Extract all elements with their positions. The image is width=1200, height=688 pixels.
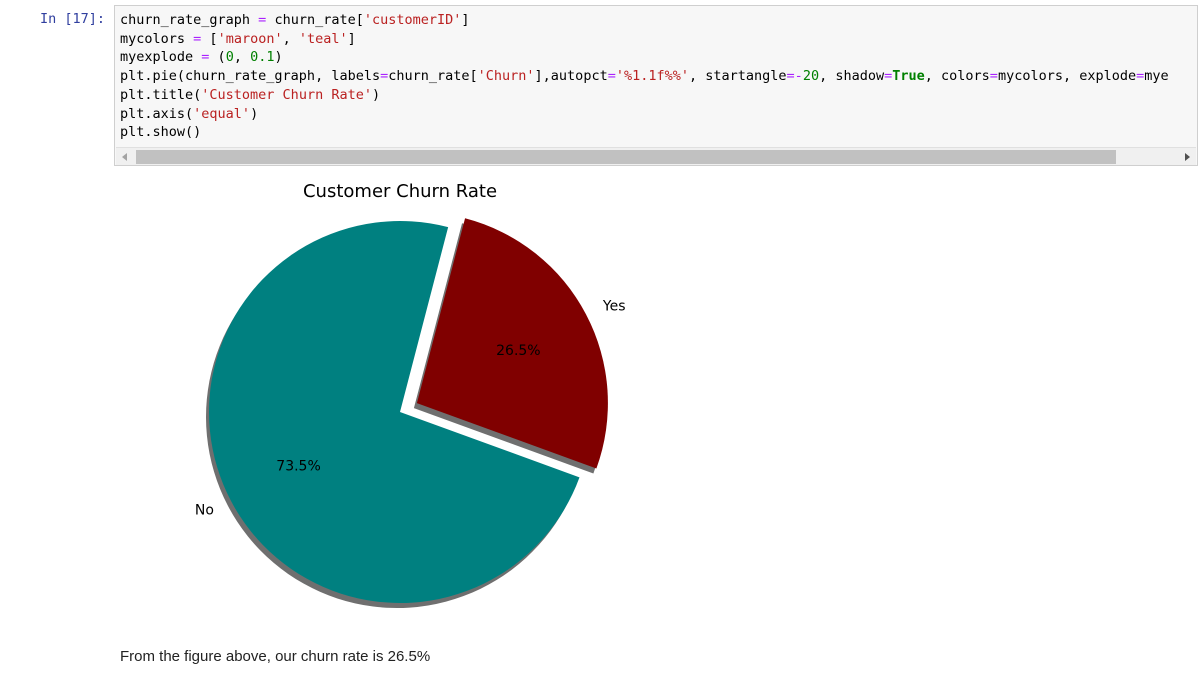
code-token: True [892, 68, 925, 85]
pie-chart: Yes 26.5% No 73.5% [195, 218, 626, 608]
code-token: ] [347, 30, 356, 47]
scroll-right-icon[interactable] [1178, 148, 1196, 165]
code-token: 20 [802, 68, 820, 85]
code-token: mye [1144, 68, 1169, 85]
code-token: plt.title( [120, 86, 202, 103]
pie-label-yes: Yes [602, 298, 626, 314]
code-token: plt.show() [120, 124, 202, 141]
code-line: plt.title('Customer Churn Rate') [120, 86, 1169, 105]
code-token: churn_rate[ [266, 12, 364, 28]
code-token: churn_rate[ [388, 68, 478, 85]
code-line: myexplode = (0, 0.1) [120, 48, 1169, 67]
code-token: ) [250, 105, 259, 122]
code-line: churn_rate_graph = churn_rate['customerI… [120, 11, 1169, 30]
code-token: = [989, 68, 998, 85]
code-token: churn_rate_graph [120, 12, 259, 28]
code-token: 'equal' [193, 105, 251, 122]
code-token: , shadow [819, 68, 885, 85]
code-token: , [282, 30, 299, 47]
code-token: = [380, 68, 389, 85]
scroll-left-icon[interactable] [116, 148, 134, 165]
code-token: ) [274, 49, 283, 66]
pie-pct-label-no: 73.5% [276, 458, 320, 474]
code-line: plt.pie(churn_rate_graph, labels=churn_r… [120, 67, 1169, 86]
code-token: ] [461, 12, 470, 28]
code-line: plt.show() [120, 123, 1169, 142]
code-token: 'maroon' [217, 30, 283, 47]
code-token: mycolors [120, 30, 194, 47]
code-cell[interactable]: churn_rate_graph = churn_rate['customerI… [114, 5, 1198, 166]
code-token: , [233, 49, 251, 66]
pie-chart-figure: Customer Churn Rate Yes 26.5% No 73.5% [150, 168, 650, 623]
code-token: [ [201, 30, 218, 47]
pie-label-no: No [195, 503, 214, 519]
code-token: plt.pie(churn_rate_graph, labels [120, 68, 381, 85]
code-token: 0 [225, 49, 234, 66]
code-token: plt.axis( [120, 105, 194, 122]
code-token: mycolors, explode [997, 68, 1137, 85]
code-line: plt.axis('equal') [120, 105, 1169, 124]
code-token: , startangle [689, 68, 787, 85]
code-token: ],autopct [534, 68, 608, 85]
code-token: 'customerID' [363, 12, 462, 28]
pie-pct-label-yes: 26.5% [496, 343, 540, 359]
code-token: ) [371, 86, 381, 103]
cell-prompt: In [17]: [40, 11, 106, 27]
code-token: 'Churn' [477, 68, 535, 85]
code-token: 'teal' [298, 30, 348, 47]
code-token: =- [786, 68, 803, 85]
code-token: '%1.1f%%' [615, 68, 689, 85]
output-caption: From the figure above, our churn rate is… [120, 648, 431, 665]
horizontal-scrollbar[interactable] [116, 147, 1196, 165]
code-token: 'Customer Churn Rate' [201, 86, 372, 103]
code-token: 0.1 [250, 49, 275, 66]
code-token: , colors [924, 68, 990, 85]
code-token: ( [209, 49, 226, 66]
code-line: mycolors = ['maroon', 'teal'] [120, 30, 1169, 49]
code-token: = [607, 68, 616, 85]
scrollbar-thumb[interactable] [136, 150, 1116, 164]
code-editor[interactable]: churn_rate_graph = churn_rate['customerI… [120, 11, 1169, 142]
code-token: myexplode [120, 49, 202, 66]
